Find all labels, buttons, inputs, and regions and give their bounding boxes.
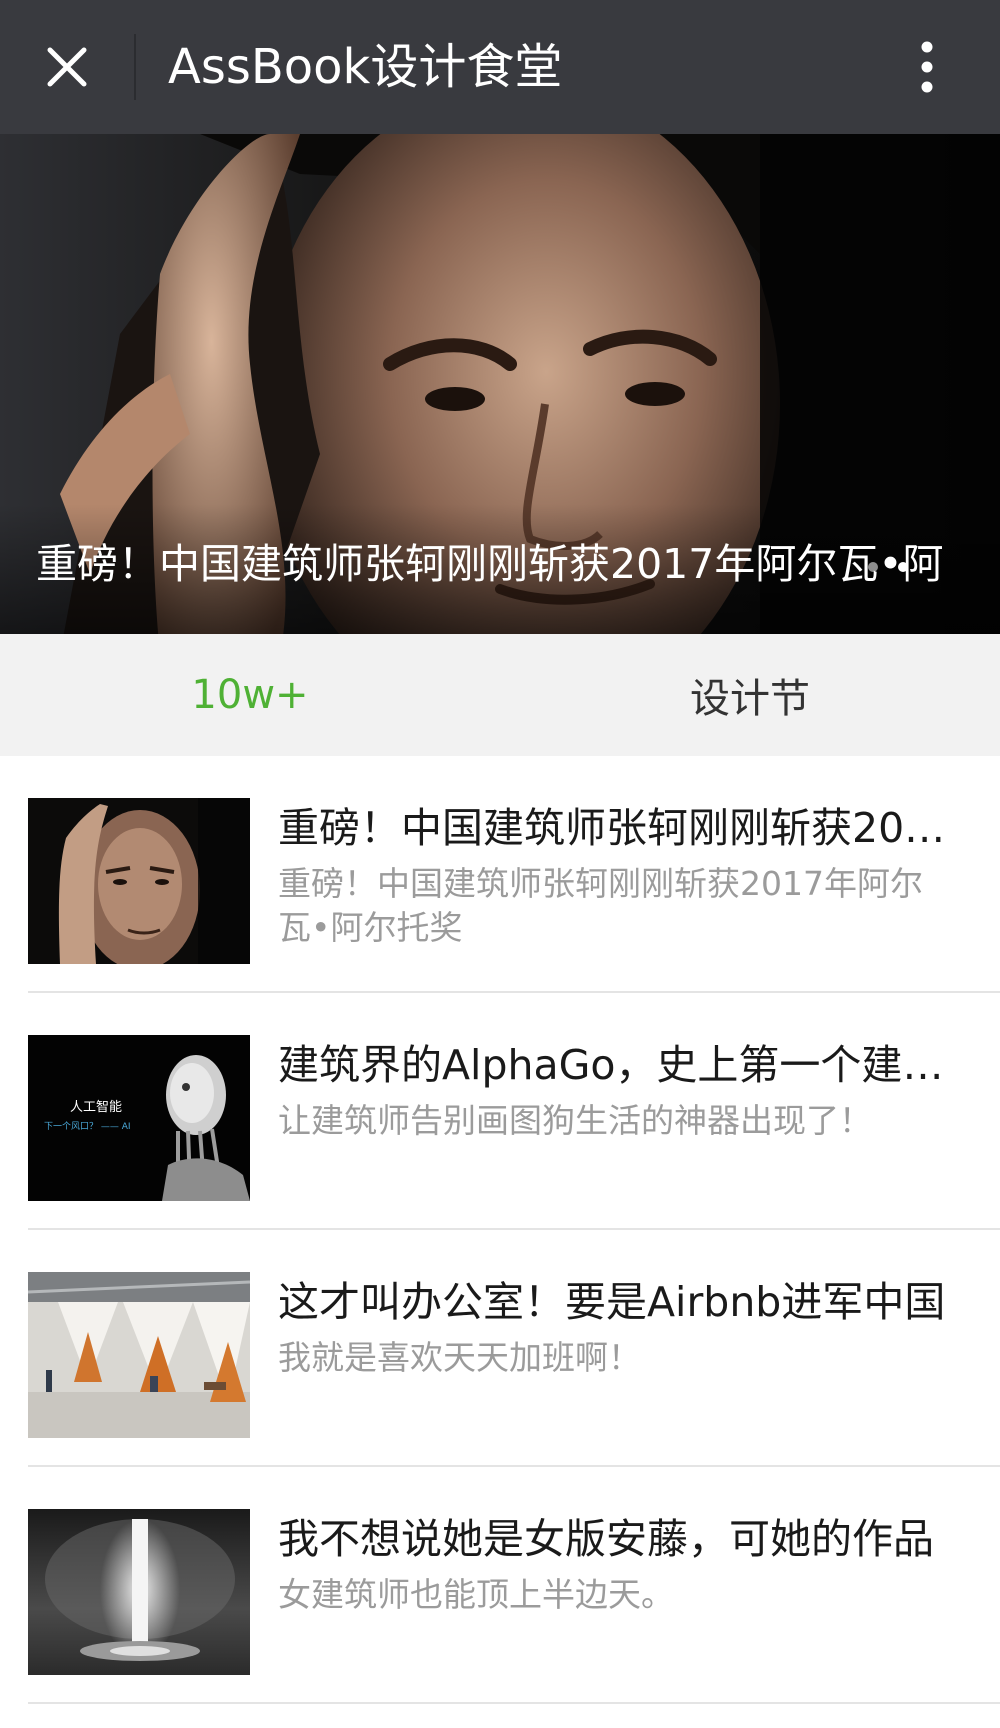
article-description: 女建筑师也能顶上半边天。 (278, 1575, 674, 1614)
close-icon (47, 47, 87, 87)
carousel-dot[interactable] (868, 562, 878, 572)
article-item-2[interactable]: 人工智能 下一个风口？ —— AI 建筑界的AlphaGo，史上第一个建筑师AI… (0, 993, 1000, 1230)
thumb-text-ai: 人工智能 (70, 1100, 122, 1115)
carousel-dot-active[interactable] (898, 562, 908, 572)
tab-design-festival[interactable]: 设计节 (500, 634, 1000, 756)
thumb-text-next-trend: 下一个风口？ —— AI (44, 1121, 131, 1132)
light-column-thumbnail (28, 1509, 250, 1675)
tab-10w-plus[interactable]: 10w+ (0, 634, 500, 756)
article-title: 建筑界的AlphaGo，史上第一个建筑师AI (278, 1041, 968, 1089)
article-description: 让建筑师告别画图狗生活的神器出现了！ (278, 1101, 872, 1140)
article-description: 重磅！中国建筑师张轲刚刚斩获2017年阿尔瓦•阿尔托奖 (278, 864, 923, 947)
hero-caption: 重磅！中国建筑师张轲刚刚斩获2017年阿尔瓦•阿 (36, 540, 944, 588)
topbar-divider (134, 34, 136, 100)
more-vertical-icon (921, 41, 933, 93)
robot-ai-thumbnail: 人工智能 下一个风口？ —— AI (28, 1035, 250, 1201)
top-bar: AssBook设计食堂 (0, 0, 1000, 134)
article-title: 这才叫办公室！要是Airbnb进军中国 (278, 1278, 946, 1326)
office-interior-thumbnail (28, 1272, 250, 1438)
page-title: AssBook设计食堂 (168, 39, 563, 95)
carousel-indicator (868, 562, 908, 572)
more-button[interactable] (882, 22, 972, 112)
article-thumbnail (28, 798, 250, 964)
article-list: 重磅！中国建筑师张轲刚刚斩获2017年阿尔瓦•阿尔托奖 重磅！中国建筑师张轲刚刚… (0, 756, 1000, 1704)
portrait-thumbnail (28, 798, 250, 964)
close-button[interactable] (22, 22, 112, 112)
article-item-1[interactable]: 重磅！中国建筑师张轲刚刚斩获2017年阿尔瓦•阿尔托奖 重磅！中国建筑师张轲刚刚… (0, 756, 1000, 993)
category-tabs: 10w+ 设计节 (0, 634, 1000, 756)
wechat-article-menu-page: AssBook设计食堂 重磅！中国建筑师张轲刚刚斩获2017年阿尔瓦•阿 10w… (0, 0, 1000, 1728)
article-thumbnail (28, 1272, 250, 1438)
article-description: 我就是喜欢天天加班啊！ (278, 1338, 641, 1377)
article-item-4[interactable]: 我不想说她是女版安藤，可她的作品 女建筑师也能顶上半边天。 (0, 1467, 1000, 1704)
article-thumbnail: 人工智能 下一个风口？ —— AI (28, 1035, 250, 1201)
article-thumbnail (28, 1509, 250, 1675)
article-title: 我不想说她是女版安藤，可她的作品 (278, 1515, 934, 1563)
hero-banner[interactable]: 重磅！中国建筑师张轲刚刚斩获2017年阿尔瓦•阿 (0, 134, 1000, 634)
article-item-3[interactable]: 这才叫办公室！要是Airbnb进军中国 我就是喜欢天天加班啊！ (0, 1230, 1000, 1467)
article-title: 重磅！中国建筑师张轲刚刚斩获2017年阿尔瓦•阿尔托奖 (278, 804, 968, 852)
